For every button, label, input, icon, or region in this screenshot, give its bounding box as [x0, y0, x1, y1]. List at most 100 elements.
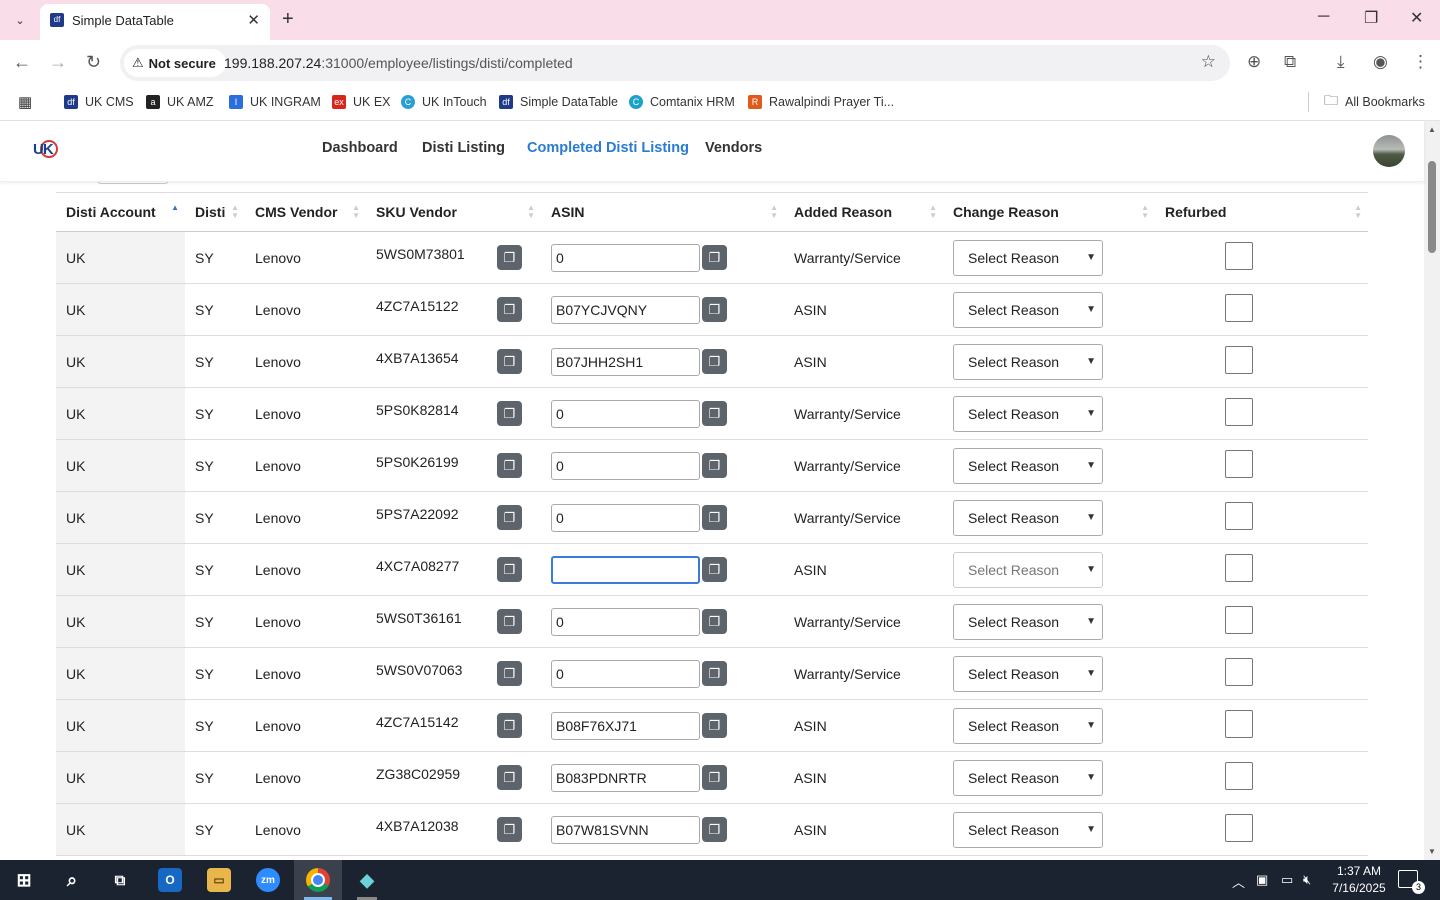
col-change-reason[interactable]: Change Reason ▲ ▼ [943, 192, 1155, 232]
download-icon[interactable]: ⤓ [1337, 52, 1345, 72]
copy-asin-icon[interactable]: ❐ [702, 765, 727, 790]
app-diamond-icon[interactable]: ◆ [355, 868, 379, 892]
copy-sku-icon[interactable]: ❐ [497, 765, 522, 790]
copy-sku-icon[interactable]: ❐ [497, 245, 522, 270]
refurbed-checkbox[interactable] [1225, 501, 1253, 530]
nav-disti-listing[interactable]: Disti Listing [422, 140, 505, 156]
copy-sku-icon[interactable]: ❐ [497, 401, 522, 426]
bookmark-uk-ex[interactable]: ex UK EX [332, 92, 391, 112]
refurbed-checkbox[interactable] [1225, 293, 1253, 322]
asin-input[interactable] [551, 711, 700, 740]
copy-asin-icon[interactable]: ❐ [702, 453, 727, 478]
copy-asin-icon[interactable]: ❐ [702, 661, 727, 686]
taskbar-clock[interactable]: 1:37 AM 7/16/2025 [1324, 863, 1394, 897]
asin-input[interactable] [551, 659, 700, 688]
network-icon[interactable]: ▭ [1281, 872, 1293, 888]
refurbed-checkbox[interactable] [1225, 241, 1253, 270]
copy-sku-icon[interactable]: ❐ [497, 453, 522, 478]
all-bookmarks-button[interactable]: 🗀 All Bookmarks [1324, 92, 1425, 112]
copy-asin-icon[interactable]: ❐ [702, 557, 727, 582]
copy-asin-icon[interactable]: ❐ [702, 713, 727, 738]
change-reason-select[interactable]: Select Reason ▼ [953, 395, 1103, 432]
copy-sku-icon[interactable]: ❐ [497, 713, 522, 738]
profile-icon[interactable]: ◉ [1373, 52, 1388, 72]
scroll-down-icon[interactable]: ▼ [1428, 847, 1436, 856]
nav-dashboard[interactable]: Dashboard [322, 140, 398, 156]
outlook-icon[interactable]: O [158, 868, 182, 892]
refurbed-checkbox[interactable] [1225, 449, 1253, 478]
refurbed-checkbox[interactable] [1225, 709, 1253, 738]
col-disti-account[interactable]: Disti Account ▲ [56, 192, 185, 232]
asin-input[interactable] [551, 399, 700, 428]
change-reason-select[interactable]: Select Reason ▼ [953, 811, 1103, 848]
copy-asin-icon[interactable]: ❐ [702, 245, 727, 270]
minimize-icon[interactable]: ─ [1318, 8, 1329, 26]
asin-input[interactable] [551, 243, 700, 272]
copy-sku-icon[interactable]: ❐ [497, 661, 522, 686]
reload-icon[interactable]: ↻ [86, 52, 101, 73]
change-reason-select[interactable]: Select Reason ▼ [953, 551, 1103, 588]
col-refurbed[interactable]: Refurbed ▲ ▼ [1155, 192, 1368, 232]
tab-search-chevron-icon[interactable]: ⌄ [8, 8, 32, 32]
browser-menu-icon[interactable]: ⋮ [1412, 52, 1429, 72]
change-reason-select[interactable]: Select Reason ▼ [953, 655, 1103, 692]
refurbed-checkbox[interactable] [1225, 761, 1253, 790]
asin-input[interactable] [551, 815, 700, 844]
bookmark-uk-ingram[interactable]: I UK INGRAM [229, 92, 321, 112]
close-window-icon[interactable]: ✕ [1410, 8, 1423, 28]
uk-logo[interactable]: UK [33, 139, 59, 165]
apps-grid-icon[interactable]: ▦ [18, 92, 32, 112]
browser-tab[interactable]: df Simple DataTable ✕ [40, 4, 270, 40]
change-reason-select[interactable]: Select Reason ▼ [953, 343, 1103, 380]
volume-muted-icon[interactable]: 🔇︎ [1303, 872, 1311, 888]
change-reason-select[interactable]: Select Reason ▼ [953, 499, 1103, 536]
asin-input[interactable] [551, 451, 700, 480]
scroll-thumb[interactable] [1428, 161, 1436, 253]
change-reason-select[interactable]: Select Reason ▼ [953, 759, 1103, 796]
asin-input[interactable] [551, 503, 700, 532]
asin-input[interactable] [551, 555, 700, 584]
page-scrollbar[interactable]: ▲ ▼ [1424, 121, 1440, 860]
copy-sku-icon[interactable]: ❐ [497, 505, 522, 530]
col-added-reason[interactable]: Added Reason ▲ ▼ [784, 192, 943, 232]
refurbed-checkbox[interactable] [1225, 553, 1253, 582]
extensions-puzzle-icon[interactable]: ⧉ [1284, 52, 1296, 72]
restore-window-icon[interactable]: ❐ [1364, 8, 1378, 28]
asin-input[interactable] [551, 763, 700, 792]
asin-input[interactable] [551, 295, 700, 324]
scroll-up-icon[interactable]: ▲ [1428, 125, 1436, 134]
copy-sku-icon[interactable]: ❐ [497, 297, 522, 322]
translate-globe-icon[interactable]: ⊕ [1247, 52, 1261, 72]
tray-expand-icon[interactable]: ︿ [1232, 872, 1245, 891]
copy-sku-icon[interactable]: ❐ [497, 609, 522, 634]
copy-asin-icon[interactable]: ❐ [702, 401, 727, 426]
copy-sku-icon[interactable]: ❐ [497, 817, 522, 842]
change-reason-select[interactable]: Select Reason ▼ [953, 447, 1103, 484]
change-reason-select[interactable]: Select Reason ▼ [953, 239, 1103, 276]
bookmark-uk-amz[interactable]: a UK AMZ [146, 92, 214, 112]
bookmark-uk-cms[interactable]: df UK CMS [64, 92, 134, 112]
security-chip[interactable]: ⚠ Not secure [124, 49, 226, 77]
change-reason-select[interactable]: Select Reason ▼ [953, 603, 1103, 640]
windows-start-icon[interactable]: ⊞ [12, 868, 36, 892]
copy-asin-icon[interactable]: ❐ [702, 505, 727, 530]
change-reason-select[interactable]: Select Reason ▼ [953, 707, 1103, 744]
copy-asin-icon[interactable]: ❐ [702, 817, 727, 842]
bookmark-uk-intouch[interactable]: C UK InTouch [401, 92, 487, 112]
copy-asin-icon[interactable]: ❐ [702, 349, 727, 374]
asin-input[interactable] [551, 607, 700, 636]
refurbed-checkbox[interactable] [1225, 657, 1253, 686]
bookmark-star-icon[interactable]: ☆ [1201, 52, 1216, 72]
task-view-icon[interactable]: ⧉ [108, 868, 132, 892]
refurbed-checkbox[interactable] [1225, 813, 1253, 842]
notification-center-icon[interactable]: 3 [1398, 870, 1425, 894]
col-asin[interactable]: ASIN ▲ ▼ [541, 192, 784, 232]
copy-asin-icon[interactable]: ❐ [702, 297, 727, 322]
back-arrow-icon[interactable]: ← [13, 52, 31, 73]
close-tab-icon[interactable]: ✕ [247, 11, 260, 29]
col-disti[interactable]: Disti ▲ ▼ [185, 192, 245, 232]
url-text[interactable]: 199.188.207.24:31000/employee/listings/d… [224, 55, 573, 71]
bookmark-rawalpindi-prayer[interactable]: R Rawalpindi Prayer Ti... [748, 92, 894, 112]
chrome-icon[interactable] [306, 868, 330, 892]
address-bar[interactable]: ⚠ Not secure 199.188.207.24:31000/employ… [120, 45, 1230, 81]
